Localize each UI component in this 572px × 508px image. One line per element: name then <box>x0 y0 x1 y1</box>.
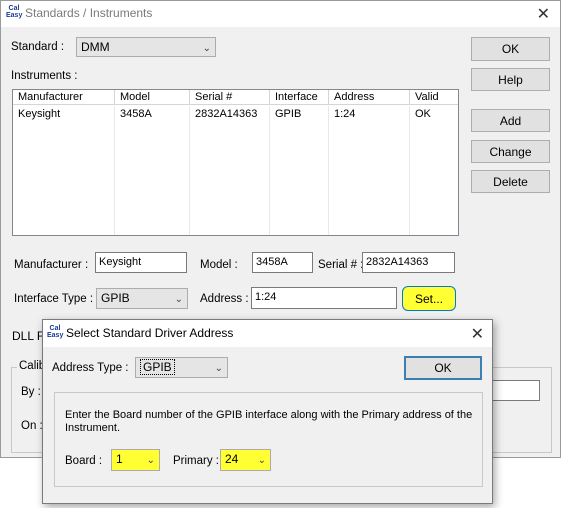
dialog-title-bar[interactable]: Cal Easy Select Standard Driver Address … <box>43 320 492 347</box>
instruments-table[interactable]: Manufacturer Model Serial # Interface Ad… <box>12 89 459 236</box>
address-groupbox: Enter the Board number of the GPIB inter… <box>54 392 483 487</box>
board-label: Board : <box>65 455 103 467</box>
column-divider <box>114 106 115 235</box>
address-type-value: GPIB <box>140 359 175 375</box>
column-divider <box>328 106 329 235</box>
address-label: Address : <box>200 293 249 305</box>
address-field[interactable]: 1:24 <box>251 287 397 309</box>
model-label: Model : <box>200 259 238 271</box>
cell-model: 3458A <box>120 108 152 120</box>
manufacturer-label: Manufacturer : <box>14 259 89 271</box>
chevron-down-icon: ⌄ <box>257 455 266 466</box>
cell-manufacturer: Keysight <box>18 108 61 120</box>
main-title-bar[interactable]: Cal Easy Standards / Instruments ✕ <box>1 1 560 27</box>
address-type-select[interactable]: GPIB ⌄ <box>135 357 228 378</box>
interface-type-label: Interface Type : <box>14 293 94 305</box>
caleasy-app-icon: Cal Easy <box>6 5 22 21</box>
column-header-interface[interactable]: Interface <box>270 90 329 105</box>
add-button[interactable]: Add <box>471 109 550 132</box>
close-icon[interactable]: ✕ <box>471 324 484 344</box>
serial-label: Serial # : <box>318 259 364 271</box>
icon-text-easy: Easy <box>47 332 64 339</box>
column-header-manufacturer[interactable]: Manufacturer <box>13 90 115 105</box>
address-type-label: Address Type : <box>52 362 129 374</box>
column-header-model[interactable]: Model <box>115 90 190 105</box>
board-select[interactable]: 1 ⌄ <box>111 449 160 471</box>
cell-serial: 2832A14363 <box>195 108 258 120</box>
manufacturer-field[interactable]: Keysight <box>95 252 187 273</box>
primary-value: 24 <box>225 452 239 466</box>
standard-select[interactable]: DMM ⌄ <box>76 37 216 57</box>
dll-label: DLL F <box>12 329 45 343</box>
column-header-serial[interactable]: Serial # <box>190 90 270 105</box>
chevron-down-icon: ⌄ <box>202 43 211 54</box>
icon-text-easy: Easy <box>6 12 23 19</box>
instruments-label: Instruments : <box>11 70 78 82</box>
dialog-ok-button[interactable]: OK <box>404 356 482 380</box>
column-header-valid[interactable]: Valid <box>410 90 458 105</box>
select-driver-address-dialog: Cal Easy Select Standard Driver Address … <box>42 319 493 504</box>
cell-interface: GPIB <box>275 108 302 120</box>
column-header-address[interactable]: Address <box>329 90 410 105</box>
cell-address: 1:24 <box>334 108 356 120</box>
chevron-down-icon: ⌄ <box>174 294 183 305</box>
standard-select-value: DMM <box>81 40 110 54</box>
model-field[interactable]: 3458A <box>252 252 313 273</box>
column-divider <box>269 106 270 235</box>
primary-label: Primary : <box>173 455 219 467</box>
cell-valid: OK <box>415 108 431 120</box>
ok-button[interactable]: OK <box>471 37 550 61</box>
icon-text-cal: Cal <box>49 325 61 332</box>
delete-button[interactable]: Delete <box>471 170 550 193</box>
chevron-down-icon: ⌄ <box>146 455 155 466</box>
on-label: On : <box>21 420 43 432</box>
by-label: By : <box>21 386 41 398</box>
board-value: 1 <box>116 452 123 466</box>
dialog-title: Select Standard Driver Address <box>66 326 234 340</box>
caleasy-app-icon: Cal Easy <box>47 325 63 341</box>
instructions-text: Enter the Board number of the GPIB inter… <box>65 409 473 434</box>
change-button[interactable]: Change <box>471 140 550 163</box>
close-icon[interactable]: ✕ <box>537 4 550 24</box>
help-button[interactable]: Help <box>471 68 550 91</box>
primary-select[interactable]: 24 ⌄ <box>220 449 271 471</box>
standard-label: Standard : <box>11 41 65 53</box>
icon-text-cal: Cal <box>8 5 20 12</box>
chevron-down-icon: ⌄ <box>214 363 223 374</box>
column-divider <box>409 106 410 235</box>
interface-type-select[interactable]: GPIB ⌄ <box>96 288 188 309</box>
window-title: Standards / Instruments <box>25 6 153 20</box>
interface-type-value: GPIB <box>101 291 130 305</box>
column-divider <box>189 106 190 235</box>
set-address-button[interactable]: Set... <box>402 286 456 311</box>
serial-field[interactable]: 2832A14363 <box>362 252 455 273</box>
